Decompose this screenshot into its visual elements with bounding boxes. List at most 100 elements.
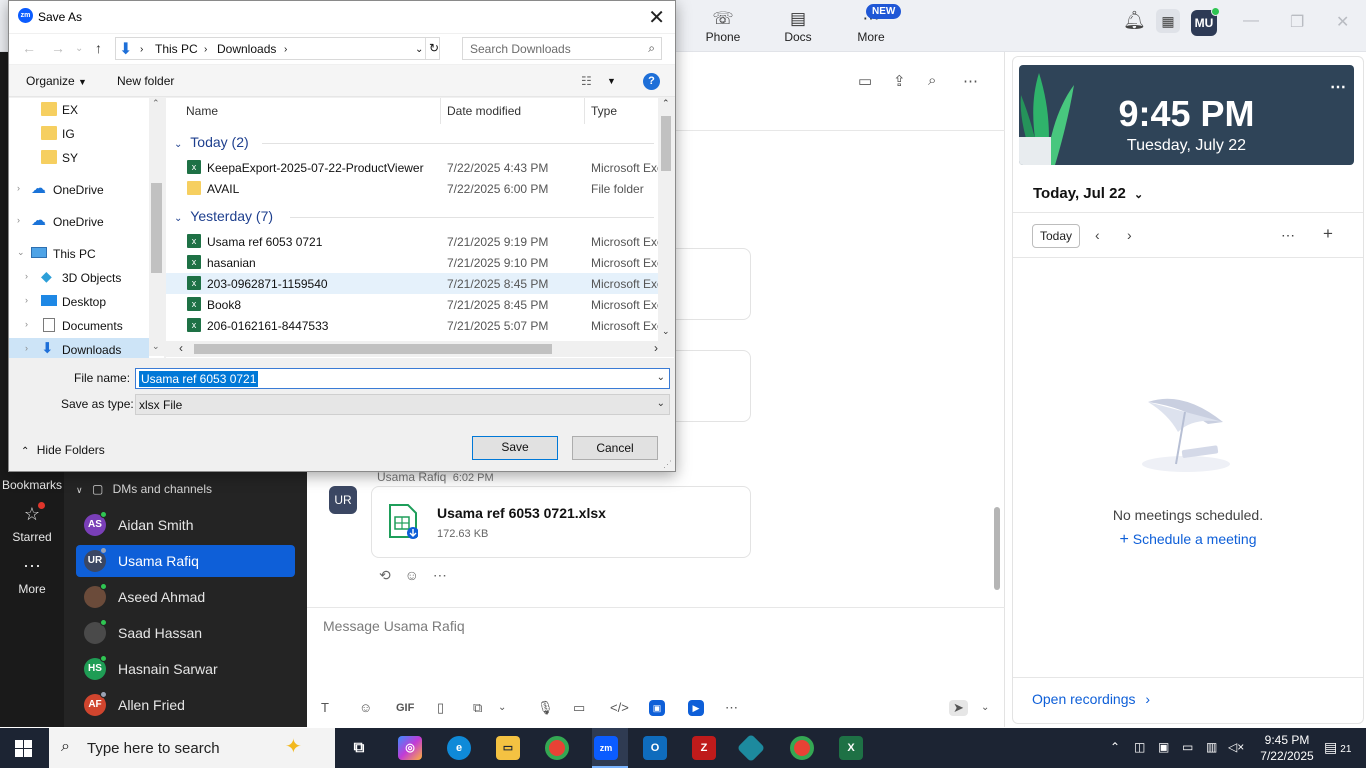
search-icon[interactable]: ⌕: [928, 72, 936, 89]
scroll-up-icon[interactable]: ⌃: [662, 98, 670, 109]
chevron-down-icon[interactable]: ⌄: [75, 43, 83, 54]
maximize-icon[interactable]: ❐: [1290, 12, 1304, 32]
avatar[interactable]: MU: [1191, 7, 1220, 36]
system-clock[interactable]: 9:45 PM 7/22/2025: [1252, 732, 1322, 764]
add-icon[interactable]: +: [1323, 224, 1333, 244]
expand-icon[interactable]: ›: [25, 295, 28, 305]
whiteboard-icon[interactable]: ▦: [1156, 9, 1180, 33]
text-format-icon[interactable]: T: [321, 700, 329, 715]
column-type[interactable]: Type: [591, 104, 617, 118]
file-name-input[interactable]: Usama ref 6053 0721 ⌄: [135, 368, 670, 389]
filezilla-icon[interactable]: Z: [692, 736, 716, 760]
more-options-icon[interactable]: ⋯: [725, 700, 738, 716]
outlook-icon[interactable]: O: [643, 736, 667, 760]
contact-allen-fried[interactable]: AF Allen Fried: [76, 689, 295, 721]
column-divider[interactable]: [584, 98, 585, 124]
group-header-yesterday[interactable]: ⌄ Yesterday (7): [174, 208, 273, 224]
emoji-icon[interactable]: ☺: [359, 700, 372, 715]
back-arrow-icon[interactable]: ←: [22, 40, 36, 56]
chevron-down-icon[interactable]: ⌄: [657, 372, 665, 383]
organize-button[interactable]: Organize ▼: [26, 74, 87, 88]
contact-aidan-smith[interactable]: AS Aidan Smith: [76, 509, 295, 541]
scrollbar[interactable]: [994, 507, 1000, 590]
save-type-select[interactable]: xlsx File ⌄: [135, 394, 670, 415]
expand-icon[interactable]: ›: [25, 343, 28, 353]
meet-now-icon[interactable]: ◫: [1134, 740, 1145, 754]
copilot-icon[interactable]: ◎: [398, 736, 422, 760]
network-icon[interactable]: ▥: [1206, 740, 1217, 754]
bell-icon[interactable]: 🔔︎: [1123, 10, 1146, 31]
contact-hasnain-sarwar[interactable]: HS Hasnain Sarwar: [76, 653, 295, 685]
hide-folders-button[interactable]: ⌃ Hide Folders: [21, 443, 105, 457]
scroll-down-icon[interactable]: ⌄: [662, 326, 670, 337]
file-row[interactable]: x Book8 7/21/2025 8:45 PM Microsoft Exc: [166, 294, 663, 315]
message-sender[interactable]: Usama Rafiq: [377, 470, 446, 484]
new-folder-button[interactable]: New folder: [117, 74, 174, 88]
gif-button[interactable]: GIF: [396, 702, 414, 714]
close-icon[interactable]: ✕: [648, 5, 665, 30]
scrollbar-thumb[interactable]: [661, 116, 671, 171]
resize-grip-icon[interactable]: ⋰: [663, 459, 672, 470]
chevron-down-icon[interactable]: ⌄: [498, 702, 506, 713]
today-button[interactable]: Today: [1032, 224, 1080, 248]
view-options-icon[interactable]: ☷: [581, 74, 592, 88]
minimize-icon[interactable]: —: [1243, 12, 1259, 30]
excel-icon[interactable]: X: [839, 736, 863, 760]
tree-item-ig[interactable]: IG: [9, 122, 149, 144]
video-icon[interactable]: ▭: [858, 72, 872, 90]
nav-phone[interactable]: ☏ Phone: [688, 8, 758, 44]
scroll-right-icon[interactable]: ›: [654, 341, 658, 355]
tree-item-documents[interactable]: › Documents: [9, 314, 149, 336]
up-arrow-icon[interactable]: ↑: [95, 40, 102, 56]
file-icon[interactable]: ▯: [437, 700, 444, 716]
dropdown-triangle-icon[interactable]: ▼: [607, 76, 616, 86]
cancel-button[interactable]: Cancel: [572, 436, 658, 460]
contact-aseed-ahmad[interactable]: Aseed Ahmad: [76, 581, 295, 613]
more-options-icon[interactable]: ⋯: [1281, 227, 1295, 244]
file-row[interactable]: x Usama ref 6053 0721 7/21/2025 9:19 PM …: [166, 231, 663, 252]
avatar[interactable]: UR: [329, 486, 357, 514]
microphone-icon[interactable]: 🎙︎: [537, 700, 554, 716]
open-recordings-link[interactable]: Open recordings ›: [1032, 691, 1150, 707]
close-icon[interactable]: ✕: [1336, 12, 1349, 32]
expand-icon[interactable]: ›: [17, 215, 20, 225]
taskbar-search[interactable]: ⌕ Type here to search ✦: [49, 728, 335, 768]
battery-icon[interactable]: ▭: [1182, 740, 1193, 754]
chrome-icon[interactable]: [545, 736, 569, 760]
dialog-title-bar[interactable]: zm Save As ✕: [9, 1, 675, 33]
save-button[interactable]: Save: [472, 436, 558, 460]
tree-item-3d-objects[interactable]: › ◆ 3D Objects: [9, 266, 149, 288]
app-icon[interactable]: ▣: [649, 700, 665, 716]
calendar-date-header[interactable]: Today, Jul 22 ⌄: [1033, 185, 1143, 202]
message-input[interactable]: Message Usama Rafiq: [323, 618, 465, 634]
expand-icon[interactable]: ›: [25, 319, 28, 329]
nav-starred-label[interactable]: Starred: [0, 530, 64, 544]
screenshot-icon[interactable]: ⧉: [473, 700, 482, 716]
contact-saad-hassan[interactable]: Saad Hassan: [76, 617, 295, 649]
share-icon[interactable]: ⇪: [893, 72, 906, 90]
code-icon[interactable]: </>: [610, 700, 629, 715]
contact-usama-rafiq[interactable]: UR Usama Rafiq: [76, 545, 295, 577]
more-options-icon[interactable]: ⋯: [1330, 77, 1346, 97]
more-dots-icon[interactable]: ⋯: [0, 556, 64, 577]
edge-icon[interactable]: e: [447, 736, 471, 760]
nav-docs[interactable]: ▤ Docs: [763, 8, 833, 44]
scroll-down-icon[interactable]: ⌄: [152, 341, 160, 352]
chevron-up-icon[interactable]: ⌃: [1110, 740, 1120, 754]
send-icon[interactable]: ➤: [949, 700, 968, 716]
chevron-down-icon[interactable]: ⌄: [415, 44, 423, 55]
chevron-down-icon[interactable]: ⌄: [981, 702, 989, 713]
horizontal-scrollbar[interactable]: ‹ ›: [166, 341, 674, 357]
column-name[interactable]: Name: [186, 104, 218, 118]
task-view-icon[interactable]: ⧉: [347, 736, 371, 760]
schedule-meeting-link[interactable]: + Schedule a meeting: [1013, 531, 1363, 549]
tree-item-desktop[interactable]: › Desktop: [9, 290, 149, 312]
search-input[interactable]: Search Downloads ⌕: [462, 37, 662, 60]
notification-center[interactable]: ▤ 21: [1324, 739, 1351, 756]
tree-item-onedrive-2[interactable]: › ☁ OneDrive: [9, 210, 149, 232]
dm-section-header[interactable]: ∨ ▢ DMs and channels: [76, 482, 212, 496]
column-date-modified[interactable]: Date modified: [447, 104, 521, 118]
tree-scrollbar[interactable]: ⌃ ⌄: [149, 98, 164, 356]
file-list-scrollbar[interactable]: ⌃ ⌄: [658, 98, 674, 341]
star-icon[interactable]: ☆: [0, 504, 64, 525]
